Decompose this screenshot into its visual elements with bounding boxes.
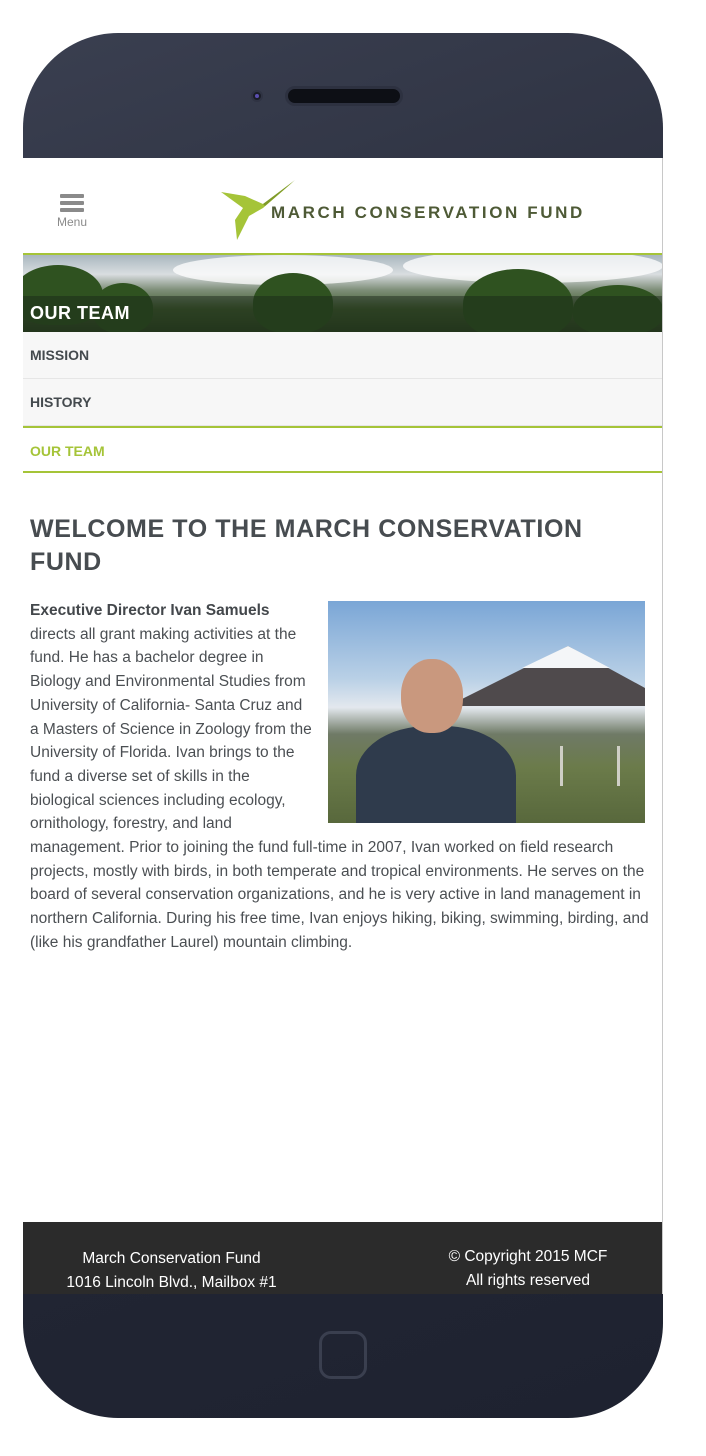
hero-banner: OUR TEAM — [23, 255, 662, 332]
camera-icon — [251, 90, 263, 102]
main-content: WELCOME TO THE MARCH CONSERVATION FUND E… — [23, 513, 662, 955]
subnav-item-mission[interactable]: MISSION — [23, 332, 662, 379]
footer-rights: All rights reserved — [465, 1272, 591, 1289]
bio-article: Executive Director Ivan Samuels directs … — [30, 599, 655, 955]
footer-address: 1016 Lincoln Blvd., Mailbox #1 — [66, 1274, 277, 1291]
site-footer: March Conservation Fund 1016 Lincoln Blv… — [23, 1222, 662, 1294]
site-header: Menu MARCH CONSERVATION FUND — [23, 158, 662, 255]
director-photo — [328, 601, 645, 823]
subnav-item-our-team[interactable]: OUR TEAM — [23, 426, 662, 473]
page-title: WELCOME TO THE MARCH CONSERVATION FUND — [30, 515, 583, 576]
footer-org-name: March Conservation Fund — [82, 1250, 261, 1267]
bio-lead: Executive Director Ivan Samuels — [30, 602, 270, 619]
speaker-grille — [285, 86, 403, 106]
footer-address-block: March Conservation Fund 1016 Lincoln Blv… — [59, 1247, 284, 1294]
footer-copyright: © Copyright 2015 MCF — [448, 1248, 608, 1265]
menu-button[interactable]: Menu — [55, 194, 89, 230]
section-nav: MISSION HISTORY OUR TEAM — [23, 332, 662, 473]
phone-screen: Menu MARCH CONSERVATION FUND OUR TEAM MI… — [23, 158, 663, 1294]
site-logo[interactable]: MARCH CONSERVATION FUND — [219, 178, 619, 240]
phone-frame: Menu MARCH CONSERVATION FUND OUR TEAM MI… — [23, 33, 663, 1418]
home-button[interactable] — [319, 1331, 367, 1379]
hamburger-icon — [55, 194, 89, 212]
menu-label: Menu — [56, 215, 88, 229]
banner-title: OUR TEAM — [30, 303, 130, 323]
logo-text: MARCH CONSERVATION FUND — [271, 203, 585, 222]
footer-copyright-block: © Copyright 2015 MCF All rights reserved — [423, 1245, 633, 1293]
subnav-item-history[interactable]: HISTORY — [23, 379, 662, 426]
